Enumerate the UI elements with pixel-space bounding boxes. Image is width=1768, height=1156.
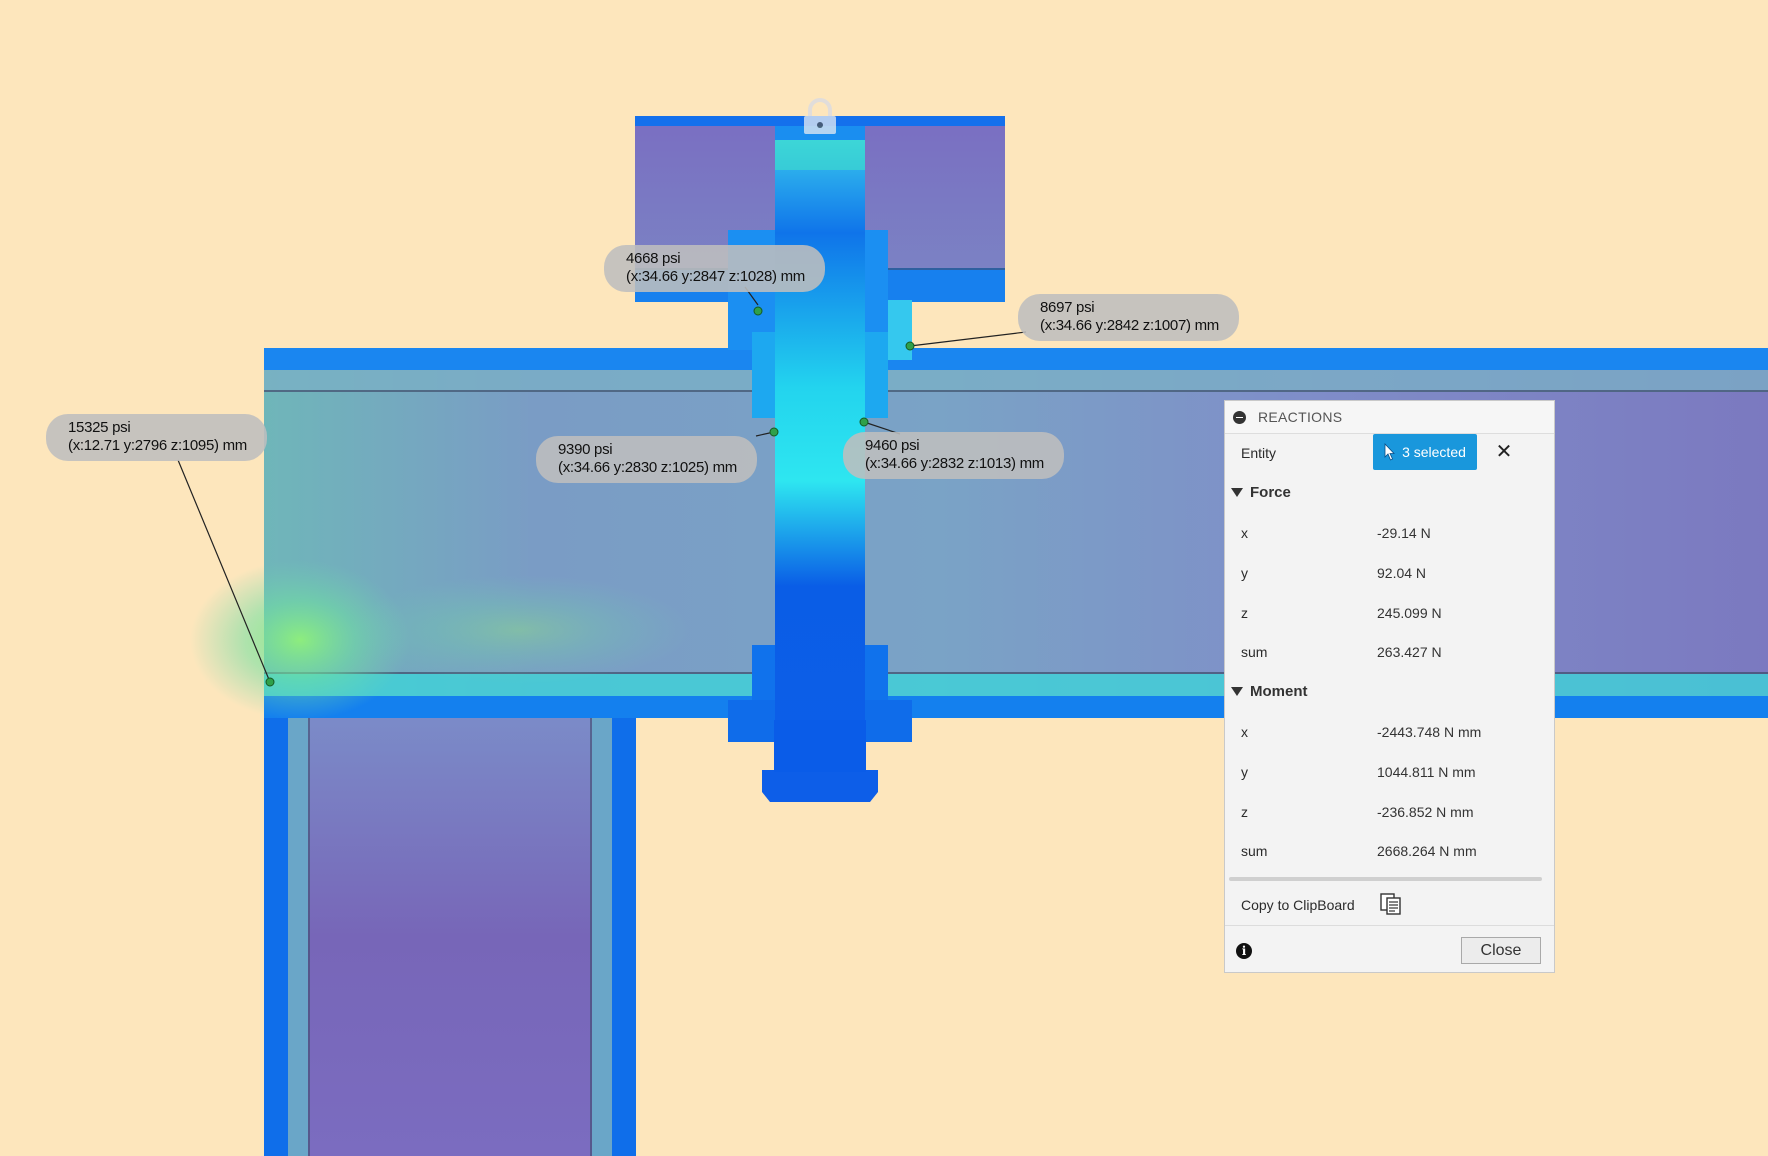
force-value: -29.14 N [1377, 525, 1431, 541]
info-icon[interactable]: i [1236, 943, 1252, 959]
panel-title: REACTIONS [1258, 409, 1343, 425]
force-value: 263.427 N [1377, 644, 1442, 660]
panel-header: REACTIONS [1225, 401, 1554, 434]
axis-label: y [1241, 565, 1248, 581]
divider [1229, 877, 1542, 881]
clipboard-icon[interactable] [1379, 892, 1403, 916]
axis-label: x [1241, 724, 1248, 740]
lock-icon [804, 98, 836, 134]
probe-value: 4668 psi [626, 250, 681, 267]
close-button[interactable]: Close [1461, 937, 1541, 964]
force-section-toggle[interactable]: Force [1231, 484, 1291, 501]
probe-value: 15325 psi [68, 419, 131, 436]
moment-value: 1044.811 N mm [1377, 764, 1476, 780]
axis-label: x [1241, 525, 1248, 541]
pointer-cursor-icon [1384, 443, 1396, 461]
copy-label: Copy to ClipBoard [1241, 897, 1355, 913]
moment-row: z -236.852 N mm [1225, 793, 1554, 831]
selection-button[interactable]: 3 selected [1373, 434, 1477, 470]
moment-value: -2443.748 N mm [1377, 724, 1482, 740]
close-x-icon[interactable]: ✕ [1494, 442, 1514, 462]
probe-label[interactable]: 15325 psi (x:12.71 y:2796 z:1095) mm [46, 414, 267, 461]
minus-circle-icon[interactable] [1233, 410, 1246, 424]
moment-label: Moment [1250, 683, 1308, 700]
force-value: 92.04 N [1377, 565, 1427, 581]
force-row: z 245.099 N [1225, 594, 1554, 632]
probe-coords: (x:34.66 y:2830 z:1025) mm [558, 459, 737, 476]
probe-label[interactable]: 9460 psi (x:34.66 y:2832 z:1013) mm [843, 432, 1064, 479]
moment-row: y 1044.811 N mm [1225, 753, 1554, 791]
force-row: sum 263.427 N [1225, 633, 1554, 671]
probe-coords: (x:34.66 y:2847 z:1028) mm [626, 268, 805, 285]
moment-value: 2668.264 N mm [1377, 843, 1477, 859]
probe-label[interactable]: 4668 psi (x:34.66 y:2847 z:1028) mm [604, 245, 825, 292]
probe-label[interactable]: 9390 psi (x:34.66 y:2830 z:1025) mm [536, 436, 757, 483]
reactions-panel: REACTIONS Entity 3 selected ✕ Force x -2… [1224, 400, 1555, 973]
moment-row: x -2443.748 N mm [1225, 713, 1554, 751]
axis-label: y [1241, 764, 1248, 780]
force-value: 245.099 N [1377, 605, 1442, 621]
moment-section-toggle[interactable]: Moment [1231, 683, 1308, 700]
force-row: x -29.14 N [1225, 514, 1554, 552]
probe-label[interactable]: 8697 psi (x:34.66 y:2842 z:1007) mm [1018, 294, 1239, 341]
triangle-down-icon [1231, 687, 1243, 696]
probe-coords: (x:34.66 y:2832 z:1013) mm [865, 455, 1044, 472]
entity-label: Entity [1241, 445, 1277, 461]
axis-label: sum [1241, 843, 1268, 859]
triangle-down-icon [1231, 488, 1243, 497]
selection-count: 3 selected [1402, 444, 1466, 460]
probe-coords: (x:12.71 y:2796 z:1095) mm [68, 437, 247, 454]
moment-value: -236.852 N mm [1377, 804, 1474, 820]
entity-row: Entity 3 selected ✕ [1225, 434, 1554, 472]
probe-coords: (x:34.66 y:2842 z:1007) mm [1040, 317, 1219, 334]
footer-divider [1225, 925, 1554, 926]
force-row: y 92.04 N [1225, 554, 1554, 592]
close-button-label: Close [1480, 941, 1522, 959]
force-label: Force [1250, 484, 1291, 501]
probe-value: 8697 psi [1040, 299, 1095, 316]
vertical-column [264, 718, 636, 1156]
copy-row: Copy to ClipBoard [1225, 886, 1554, 924]
axis-label: z [1241, 804, 1248, 820]
axis-label: z [1241, 605, 1248, 621]
moment-row: sum 2668.264 N mm [1225, 832, 1554, 870]
probe-value: 9390 psi [558, 441, 613, 458]
probe-value: 9460 psi [865, 437, 920, 454]
axis-label: sum [1241, 644, 1268, 660]
